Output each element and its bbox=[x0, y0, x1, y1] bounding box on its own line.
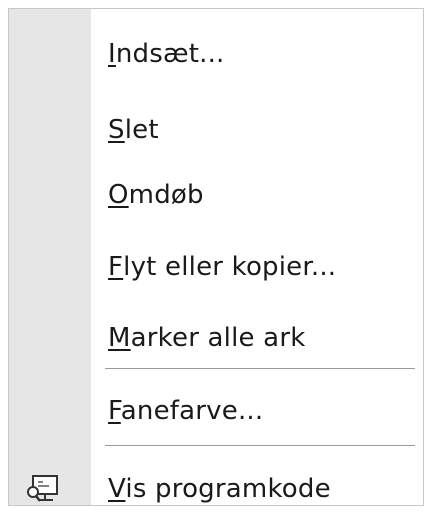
menu-item-select-all-sheets[interactable]: Marker alle ark bbox=[9, 309, 423, 367]
menu-item-rest: anefarve... bbox=[120, 396, 264, 426]
menu-item-label: Fanefarve... bbox=[108, 396, 263, 426]
menu-item-rest: mdøb bbox=[128, 180, 204, 210]
mnemonic-letter: F bbox=[108, 396, 121, 426]
menu-item-label: Indsæt... bbox=[108, 39, 225, 69]
menu-item-rename[interactable]: Omdøb bbox=[9, 166, 423, 224]
menu-item-label: Flyt eller kopier... bbox=[108, 252, 336, 282]
menu-separator bbox=[105, 445, 415, 449]
mnemonic-letter: V bbox=[108, 474, 126, 504]
menu-item-move-or-copy[interactable]: Flyt eller kopier... bbox=[9, 238, 423, 296]
menu-item-label: Omdøb bbox=[108, 180, 204, 210]
menu-item-label: Marker alle ark bbox=[108, 323, 305, 353]
menu-item-rest: ndsæt... bbox=[115, 39, 225, 69]
menu-item-insert[interactable]: Indsæt... bbox=[9, 25, 423, 83]
menu-item-rest: lyt eller kopier... bbox=[123, 252, 337, 282]
mnemonic-letter: M bbox=[108, 323, 131, 353]
menu-item-delete[interactable]: Slet bbox=[9, 101, 423, 159]
menu-item-label: Slet bbox=[108, 115, 159, 145]
view-code-icon bbox=[25, 474, 61, 504]
menu-item-label: Vis programkode bbox=[108, 474, 331, 504]
menu-item-rest: is programkode bbox=[125, 474, 331, 504]
menu-item-tab-color[interactable]: Fanefarve... bbox=[9, 382, 423, 440]
menu-item-rest: arker alle ark bbox=[130, 323, 306, 353]
sheet-tab-context-menu: Indsæt... Slet Omdøb Flyt eller kopier..… bbox=[8, 8, 424, 506]
menu-item-view-code[interactable]: Vis programkode bbox=[9, 460, 423, 518]
menu-separator bbox=[105, 368, 415, 372]
mnemonic-letter: F bbox=[108, 252, 124, 282]
mnemonic-letter: I bbox=[108, 39, 116, 69]
mnemonic-letter: S bbox=[108, 115, 125, 145]
mnemonic-letter: O bbox=[108, 180, 129, 210]
menu-item-rest: let bbox=[124, 115, 159, 145]
